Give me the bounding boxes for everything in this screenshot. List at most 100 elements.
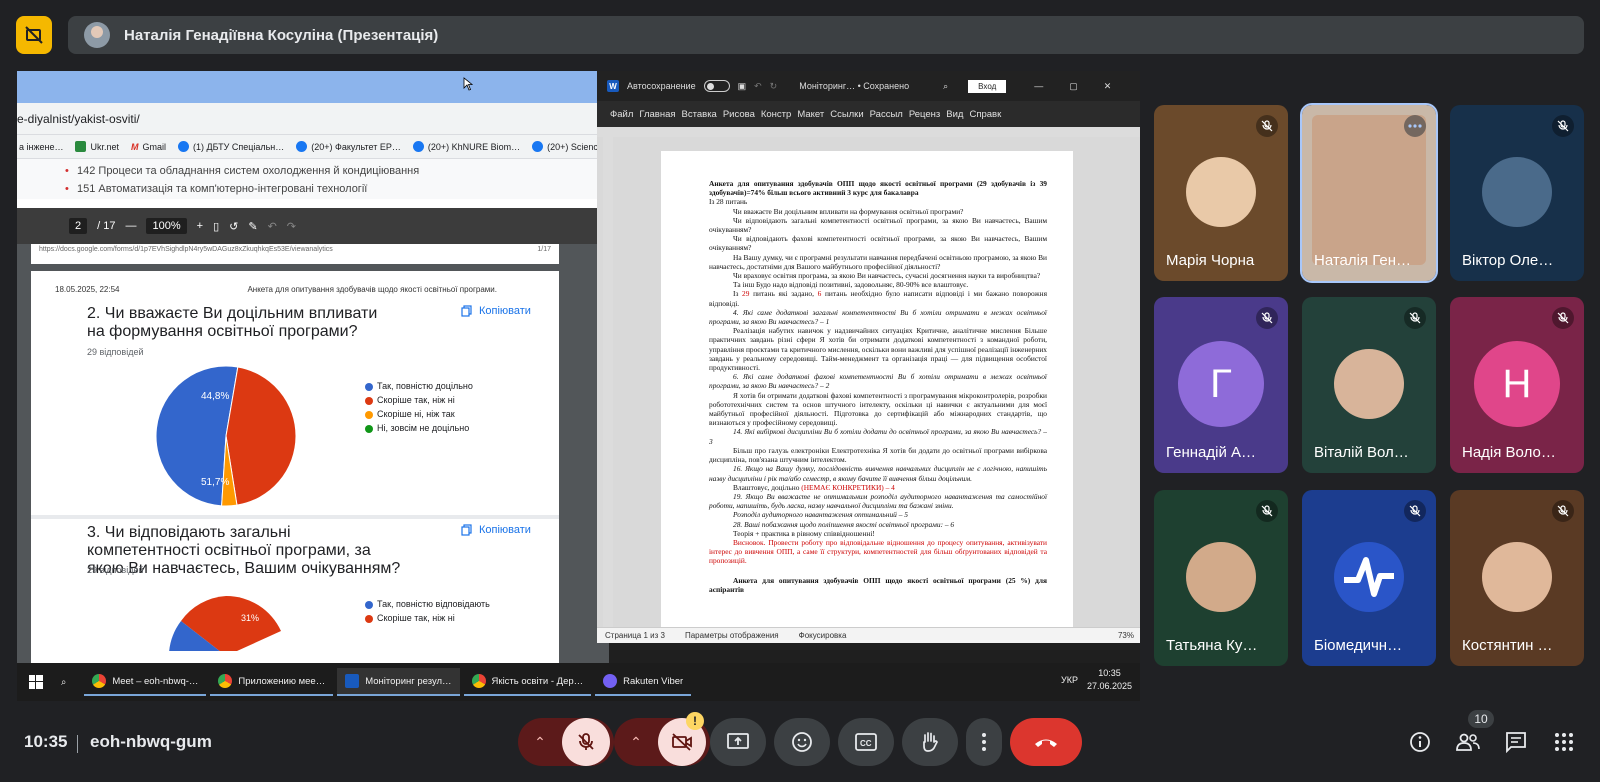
ribbon-tab-mailings[interactable]: Рассыл (867, 109, 906, 120)
document-area[interactable]: Анкета для опитування здобувачів ОПП щод… (597, 137, 1140, 641)
facebook-icon (296, 141, 308, 152)
ribbon-tab-view[interactable]: Вид (943, 109, 966, 120)
raise-hand-button[interactable] (902, 718, 958, 766)
redo-icon[interactable]: ↻ (770, 81, 778, 92)
pdf-viewer[interactable]: https://docs.google.com/forms/d/1p7EVhSi… (17, 244, 609, 663)
divider (77, 735, 78, 753)
bookmark-item[interactable]: (20+) Факультет ЕР… (296, 141, 401, 152)
more-vertical-icon (982, 733, 986, 751)
bookmark-item[interactable]: (1) ДБТУ Спеціальн… (178, 141, 284, 152)
legend-item: Так, повністю доцільно (365, 379, 473, 393)
horizontal-ruler[interactable] (597, 127, 1140, 137)
search-icon[interactable]: ⌕ (61, 677, 66, 688)
minimize-icon[interactable]: — (1034, 81, 1043, 91)
taskbar-item-meet[interactable]: Meet – eoh-nbwq-… (84, 668, 207, 696)
video-options-chevron-icon[interactable]: ⌃ (614, 734, 658, 751)
search-icon[interactable]: ⌕ (943, 81, 948, 92)
captions-button[interactable]: CC (838, 718, 894, 766)
activities-button[interactable] (1550, 728, 1578, 756)
participant-tile[interactable]: Біомедичн… (1302, 490, 1436, 666)
signin-button[interactable]: Вход (968, 79, 1007, 93)
fit-page-icon[interactable]: ▯ (213, 220, 219, 233)
address-bar[interactable]: e-diyalnist/yakist-osviti/ (17, 103, 609, 135)
page-number-input[interactable]: 2 (69, 218, 88, 234)
maximize-icon[interactable]: ▢ (1069, 81, 1078, 92)
presentation-off-icon[interactable] (16, 16, 52, 54)
participant-tile[interactable]: Віктор Оле… (1450, 105, 1584, 281)
ribbon-tab-design[interactable]: Констр (758, 109, 794, 120)
ribbon-tab-home[interactable]: Главная (636, 109, 678, 120)
taskbar-item-word[interactable]: Моніторинг резул… (337, 668, 460, 696)
taskbar-item-browser[interactable]: Якість освіти - Дер… (463, 668, 592, 696)
warning-badge-icon: ! (686, 712, 704, 730)
doc-line: Влаштовує, доцільно (НЕМАЄ КОНКРЕТИКИ) –… (733, 482, 895, 492)
audio-options-chevron-icon[interactable]: ⌃ (518, 734, 562, 751)
participant-tile[interactable]: Віталій Вол… (1302, 297, 1436, 473)
participant-tile[interactable]: Костянтин … (1450, 490, 1584, 666)
participant-tile[interactable]: Н Надія Воло… (1450, 297, 1584, 473)
ribbon-tab-help[interactable]: Справк (966, 109, 1004, 120)
taskbar-item-viber[interactable]: Rakuten Viber (595, 668, 692, 696)
rotate-icon[interactable]: ↺ (229, 220, 238, 233)
bookmark-gmail[interactable]: M Gmail (131, 142, 166, 152)
people-button[interactable] (1454, 728, 1482, 756)
bookmark-ukrnet[interactable]: Ukr.net (75, 141, 119, 152)
pdf-page-current: 18.05.2025, 22:54 Анкета для опитування … (31, 271, 559, 663)
mic-off-button[interactable] (562, 718, 610, 766)
bookmark-item[interactable]: а інжене… (19, 142, 63, 152)
present-screen-button[interactable] (710, 718, 766, 766)
document-page[interactable]: Анкета для опитування здобувачів ОПП щод… (661, 151, 1073, 641)
undo-icon[interactable]: ↶ (754, 81, 762, 92)
vertical-ruler[interactable] (603, 137, 613, 627)
q2-copy-button[interactable]: Копіювати (461, 305, 531, 317)
participant-tile[interactable]: Марія Чорна (1154, 105, 1288, 281)
doc-name[interactable]: Моніторинг… • Сохранено (799, 81, 909, 91)
reactions-button[interactable] (774, 718, 830, 766)
web-page-list: 142 Процеси та обладнання систем охолодж… (17, 159, 609, 199)
q3-pie-label: 31% (241, 613, 259, 623)
q3-pie-chart: 31% (169, 595, 281, 651)
participant-video-avatar (1186, 542, 1256, 612)
undo-icon[interactable]: ↶ (268, 220, 277, 233)
list-item[interactable]: 151 Автоматизація та комп'ютерно-інтегро… (65, 180, 609, 198)
ribbon-tab-review[interactable]: Реценз (906, 109, 943, 120)
display-settings-button[interactable]: Параметры отображения (685, 631, 779, 640)
ribbon-tab-insert[interactable]: Вставка (679, 109, 720, 120)
zoom-in-button[interactable]: + (197, 220, 203, 232)
redo-icon[interactable]: ↷ (287, 220, 296, 233)
language-indicator[interactable]: УКР (1061, 675, 1078, 685)
participant-video-avatar (1312, 115, 1426, 265)
q3-copy-button[interactable]: Копіювати (461, 524, 531, 536)
annotate-icon[interactable]: ✎ (248, 220, 257, 233)
autosave-toggle[interactable] (703, 80, 730, 92)
bookmark-item[interactable]: (20+) KhNURE Biom… (412, 141, 520, 152)
ribbon-tab-references[interactable]: Ссылки (827, 109, 866, 120)
participant-tile[interactable]: Наталія Ген… (1300, 103, 1438, 283)
ribbon-tab-draw[interactable]: Рисова (720, 109, 758, 120)
participant-video-avatar (1482, 157, 1552, 227)
more-options-icon[interactable] (1404, 115, 1426, 137)
participant-name: Віктор Оле… (1462, 252, 1554, 269)
zoom-level[interactable]: 100% (146, 218, 187, 234)
ribbon-tab-file[interactable]: Файл (607, 109, 636, 120)
leave-call-button[interactable] (1010, 718, 1082, 766)
list-item[interactable]: 142 Процеси та обладнання систем охолодж… (65, 162, 609, 180)
chat-button[interactable] (1502, 728, 1530, 756)
meeting-details-button[interactable] (1406, 728, 1434, 756)
focus-button[interactable]: Фокусировка (799, 631, 847, 640)
save-icon[interactable]: ▣ (738, 81, 747, 92)
windows-start-icon[interactable] (29, 675, 43, 689)
zoom-value[interactable]: 73% (1118, 631, 1134, 640)
system-clock[interactable]: 10:35 27.06.2025 (1087, 667, 1132, 693)
zoom-out-button[interactable]: — (125, 220, 136, 232)
ribbon-tab-layout[interactable]: Макет (794, 109, 827, 120)
close-icon[interactable]: ✕ (1104, 81, 1112, 92)
people-icon (1456, 733, 1480, 751)
doc-line: 6. Які саме додаткові фахові компетентно… (709, 372, 1047, 391)
participant-tile[interactable]: Татьяна Ку… (1154, 490, 1288, 666)
participant-tile[interactable]: Г Геннадій А… (1154, 297, 1288, 473)
more-options-button[interactable] (966, 718, 1002, 766)
participant-video-avatar (1334, 349, 1404, 419)
taskbar-item-chrome[interactable]: Приложению мее… (210, 668, 334, 696)
q2-pie-chart: 44,8% 51,7% (155, 365, 297, 507)
